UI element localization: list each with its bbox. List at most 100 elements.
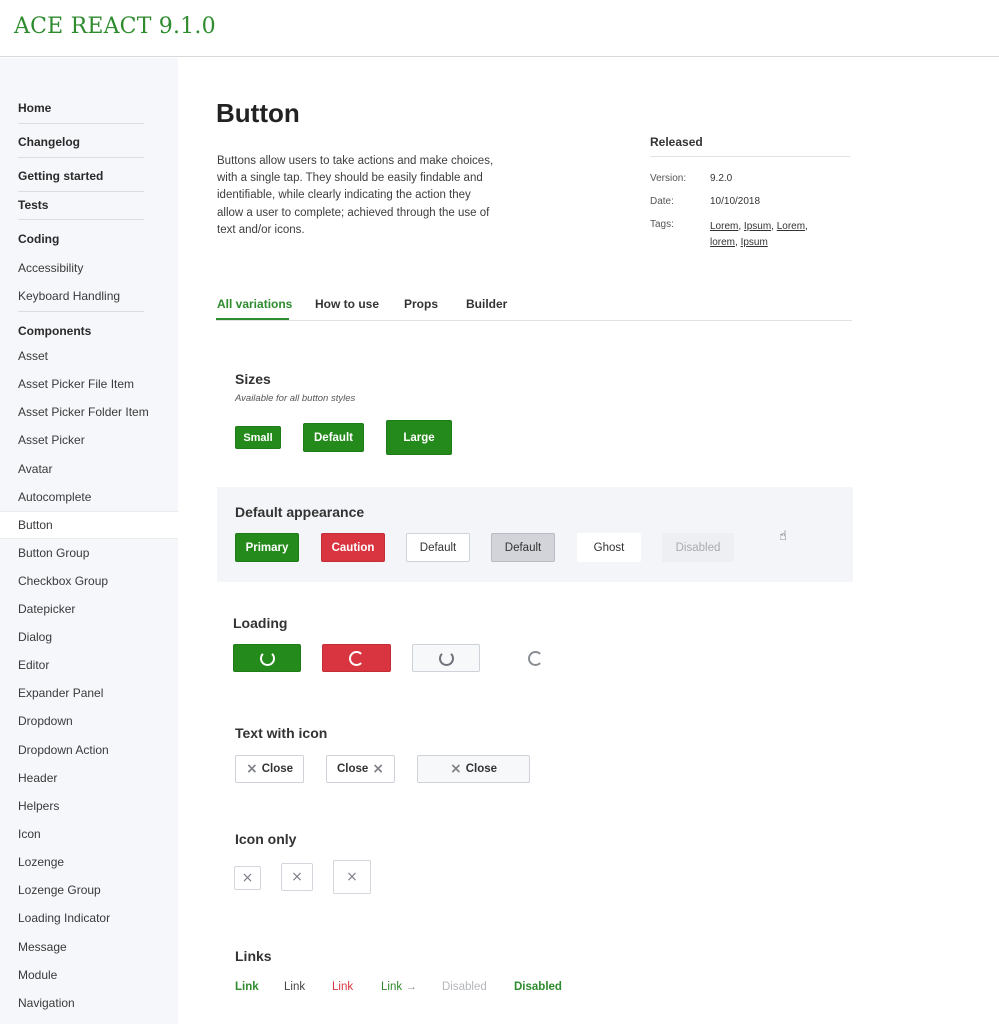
tab-props[interactable]: Props [404,297,438,311]
meta-date-value: 10/10/2018 [710,196,761,207]
default-pressed-button[interactable]: Default [491,533,555,562]
sidebar-item-button-group[interactable]: Button Group [18,546,89,560]
sidebar-item-asset-picker-folder-item[interactable]: Asset Picker Folder Item [18,405,149,419]
ghost-button[interactable]: Ghost [577,533,641,562]
sidebar-item-dropdown[interactable]: Dropdown [18,714,73,728]
close-button-label: Close [336,763,369,775]
sidebar-item-asset[interactable]: Asset [18,349,48,363]
section-subtitle-sizes: Available for all button styles [235,393,356,404]
loading-default-button[interactable] [412,644,480,672]
tag-link[interactable]: Ipsum [741,237,768,248]
tag-link[interactable]: lorem [710,237,735,248]
sidebar-item-asset-picker-file-item[interactable]: Asset Picker File Item [18,377,134,391]
close-icon: × [241,870,254,886]
spinner-icon [438,650,454,666]
sidebar-divider [18,219,144,220]
section-title-links: Links [235,948,272,964]
meta-date-label: Date: [650,196,674,207]
icon-only-default-button[interactable]: × [281,863,313,891]
tab-how-to-use[interactable]: How to use [315,297,379,311]
sidebar-item-dialog[interactable]: Dialog [18,630,52,644]
meta-tags: Lorem, Ipsum, Lorem, lorem, Ipsum [710,221,808,248]
arrow-right-icon: → [405,981,417,993]
link-with-arrow[interactable]: Link → [381,981,417,993]
close-icon: × [449,761,462,777]
close-icon-wide-button[interactable]: × Close [417,755,530,783]
section-title-default-appearance: Default appearance [235,504,365,520]
sidebar-heading-coding[interactable]: Coding [18,232,59,246]
spinner-icon [259,650,275,666]
sidebar-item-getting-started[interactable]: Getting started [18,169,103,183]
sidebar-item-expander-panel[interactable]: Expander Panel [18,686,103,700]
sidebar-item-icon[interactable]: Icon [18,827,41,841]
sidebar-divider [18,191,144,192]
sidebar-divider [18,311,144,312]
sidebar-item-dropdown-action[interactable]: Dropdown Action [18,743,109,757]
sidebar-item-module[interactable]: Module [18,968,57,982]
sidebar-item-header[interactable]: Header [18,771,57,785]
section-title-sizes: Sizes [235,371,271,387]
loading-ghost-button[interactable] [502,644,568,672]
meta-title: Released [650,135,703,149]
icon-only-small-button[interactable]: × [234,866,261,890]
tabs-divider [216,320,852,321]
sidebar-item-checkbox-group[interactable]: Checkbox Group [18,574,108,588]
section-title-loading: Loading [233,615,288,631]
large-button[interactable]: Large [386,420,452,455]
sidebar-item-avatar[interactable]: Avatar [18,462,52,476]
sidebar-item-changelog[interactable]: Changelog [18,135,80,149]
top-bar: ACE REACT 9.1.0 [0,0,999,57]
sidebar-item-datepicker[interactable]: Datepicker [18,602,75,616]
page-title: Button [216,98,300,128]
link-disabled-primary: Disabled [514,981,562,993]
sidebar-item-home[interactable]: Home [18,101,51,115]
tab-builder[interactable]: Builder [466,297,507,311]
sidebar-item-button[interactable]: Button [18,518,53,532]
sidebar-item-lozenge[interactable]: Lozenge [18,855,64,869]
page-intro: Buttons allow users to take actions and … [217,155,494,236]
sidebar-nav: Home Changelog Getting started Tests Cod… [0,58,178,1024]
sidebar-item-message[interactable]: Message [18,940,67,954]
small-button[interactable]: Small [235,426,281,449]
sidebar-item-autocomplete[interactable]: Autocomplete [18,490,91,504]
close-icon: × [291,869,303,885]
primary-button[interactable]: Primary [235,533,299,562]
sidebar-divider [18,123,144,124]
sidebar-item-navigation[interactable]: Navigation [18,996,75,1010]
default-button[interactable]: Default [406,533,470,562]
meta-version-label: Version: [650,173,687,184]
meta-version-value: 9.2.0 [710,173,733,184]
close-icon-left-button[interactable]: × Close [235,755,304,783]
sidebar-item-helpers[interactable]: Helpers [18,799,59,813]
link-disabled: Disabled [442,981,487,993]
loading-primary-button[interactable] [233,644,301,672]
sidebar-item-lozenge-group[interactable]: Lozenge Group [18,883,101,897]
sidebar-item-editor[interactable]: Editor [18,658,49,672]
link-primary[interactable]: Link [235,981,259,993]
close-icon-right-button[interactable]: Close × [326,755,395,783]
sidebar-item-loading-indicator[interactable]: Loading Indicator [18,911,110,925]
link-caution[interactable]: Link [332,981,353,993]
sidebar-heading-components[interactable]: Components [18,324,91,338]
app-title[interactable]: ACE REACT 9.1.0 [14,14,216,39]
sidebar-item-asset-picker[interactable]: Asset Picker [18,433,85,447]
tag-link[interactable]: Ipsum [744,221,771,232]
meta-divider [650,156,850,157]
link-default[interactable]: Link [284,981,305,993]
tag-link[interactable]: Lorem [777,221,805,232]
close-button-label: Close [465,763,498,775]
tag-link[interactable]: Lorem [710,221,738,232]
tab-all-variations[interactable]: All variations [217,297,292,311]
spinner-icon [527,650,543,666]
close-icon: × [346,869,358,885]
loading-caution-button[interactable] [322,644,391,672]
icon-only-large-button[interactable]: × [333,860,371,894]
default-size-button[interactable]: Default [303,423,364,452]
sidebar-item-accessibility[interactable]: Accessibility [18,261,83,275]
caution-button[interactable]: Caution [321,533,385,562]
spinner-icon [349,650,364,666]
close-button-label: Close [261,763,294,775]
sidebar-item-tests[interactable]: Tests [18,198,48,212]
sidebar-item-keyboard-handling[interactable]: Keyboard Handling [18,289,120,303]
disabled-button: Disabled [662,533,734,562]
